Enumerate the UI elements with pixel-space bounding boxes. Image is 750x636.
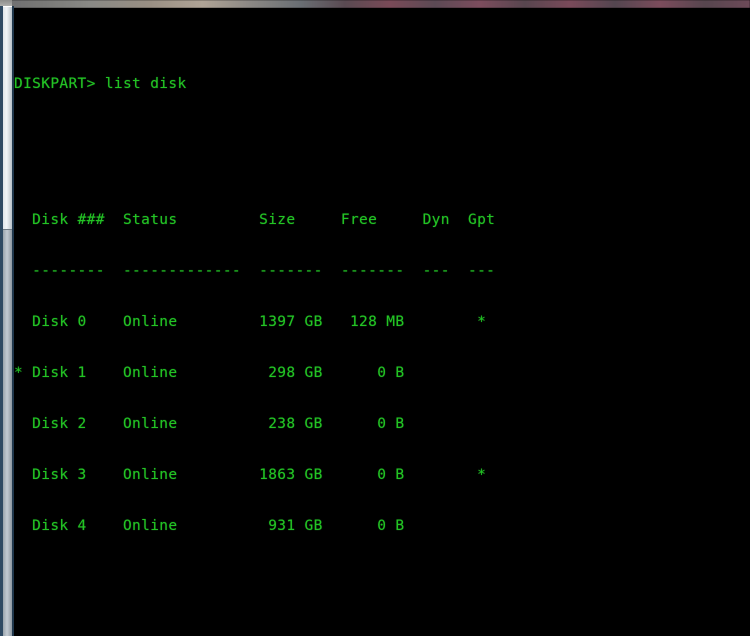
disk-table-separator: -------- ------------- ------- ------- -… bbox=[14, 263, 496, 279]
console-output-area[interactable]: DISKPART> list disk Disk ### Status Size… bbox=[14, 8, 750, 636]
scrollbar-thumb[interactable] bbox=[3, 6, 12, 230]
table-row: Disk 4 Online 931 GB 0 B bbox=[14, 518, 405, 534]
console-window: DISKPART> list disk Disk ### Status Size… bbox=[0, 0, 750, 636]
desktop-background-strip bbox=[0, 0, 750, 8]
disk-table-header: Disk ### Status Size Free Dyn Gpt bbox=[14, 212, 496, 228]
vertical-scrollbar[interactable] bbox=[3, 6, 12, 636]
command-text: list disk bbox=[104, 76, 187, 92]
prompt-label: DISKPART> bbox=[14, 76, 96, 92]
table-row: Disk 0 Online 1397 GB 128 MB * bbox=[14, 314, 487, 330]
command-line-list-disk: DISKPART> list disk bbox=[14, 76, 750, 93]
table-row: * Disk 1 Online 298 GB 0 B bbox=[14, 365, 405, 381]
table-row: Disk 3 Online 1863 GB 0 B * bbox=[14, 467, 487, 483]
table-row: Disk 2 Online 238 GB 0 B bbox=[14, 416, 405, 432]
